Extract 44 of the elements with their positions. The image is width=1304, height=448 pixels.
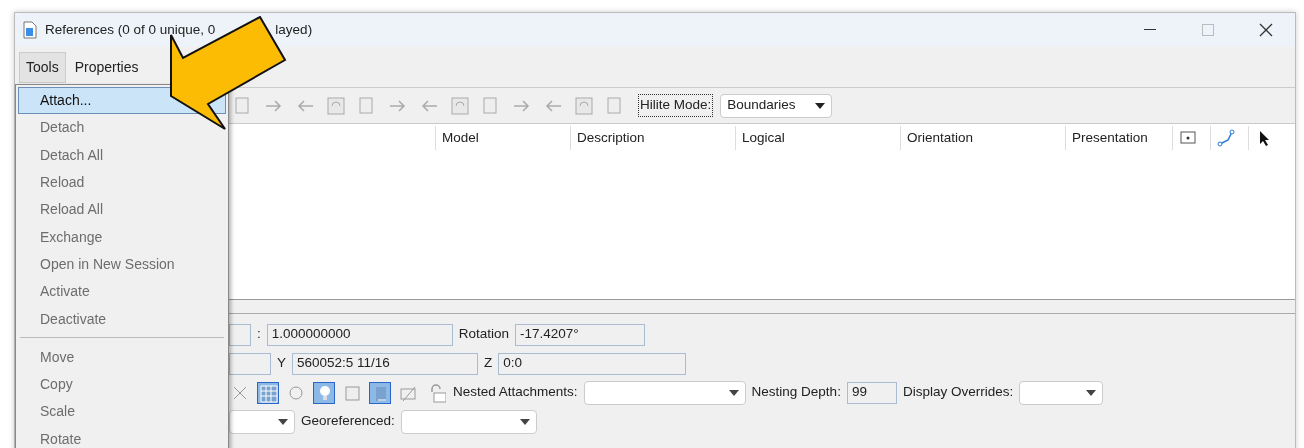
menu-item[interactable]: Tools xyxy=(19,52,66,83)
line-icon xyxy=(1217,129,1235,147)
input-field[interactable]: 99 xyxy=(846,381,897,404)
caret-icon xyxy=(728,389,739,396)
nested-attachments-dropdown[interactable] xyxy=(583,380,746,405)
menu-item[interactable]: Properties xyxy=(67,52,146,83)
close-icon xyxy=(1259,23,1273,37)
text-icon[interactable] xyxy=(369,381,391,404)
input-field[interactable] xyxy=(229,323,251,346)
field-label: Nesting Depth: xyxy=(751,383,841,402)
bulb-icon[interactable] xyxy=(313,381,335,404)
input-field[interactable]: -17.4207° xyxy=(515,323,646,346)
window-title: References (0 of 0 unique, 0 xyxy=(45,20,216,39)
grid-icon[interactable] xyxy=(257,381,279,404)
column-header[interactable]: Description xyxy=(570,126,735,150)
field-label: Y xyxy=(277,354,286,373)
display-overrides-dropdown[interactable] xyxy=(1019,380,1104,405)
maximize-icon xyxy=(1202,24,1214,36)
column-header[interactable]: Presentation xyxy=(1065,126,1172,150)
frame-icon xyxy=(1179,129,1197,147)
dropdown[interactable] xyxy=(229,409,295,434)
window-title: layed) xyxy=(275,20,313,39)
field-label: Rotation xyxy=(458,325,510,344)
caret-icon xyxy=(815,102,826,109)
field-label: Georeferenced: xyxy=(301,412,395,431)
hilite-mode-label: Hilite Mode: xyxy=(638,94,714,117)
caret-icon xyxy=(1086,389,1097,396)
field-label: : xyxy=(257,325,261,344)
column-header[interactable]: Model xyxy=(435,126,570,150)
column-header[interactable]: Orientation xyxy=(900,126,1065,150)
georeferenced-dropdown[interactable] xyxy=(400,409,537,434)
input-field[interactable]: 1.000000000 xyxy=(266,323,453,346)
document-icon xyxy=(23,21,37,39)
field-label: Display Overrides: xyxy=(902,383,1014,402)
hilite-mode-dropdown[interactable]: Boundaries xyxy=(720,93,833,118)
minimize-icon xyxy=(1144,29,1156,31)
input-field[interactable]: 560052:5 11/16 xyxy=(292,352,478,375)
input-field[interactable]: 0:0 xyxy=(498,352,687,375)
field-label: Nested Attachments: xyxy=(453,383,578,402)
field-label: Z xyxy=(484,354,493,373)
caret-icon xyxy=(519,418,530,425)
column-header[interactable]: Logical xyxy=(735,126,900,150)
caret-icon xyxy=(278,418,288,425)
input-field[interactable] xyxy=(229,352,271,375)
